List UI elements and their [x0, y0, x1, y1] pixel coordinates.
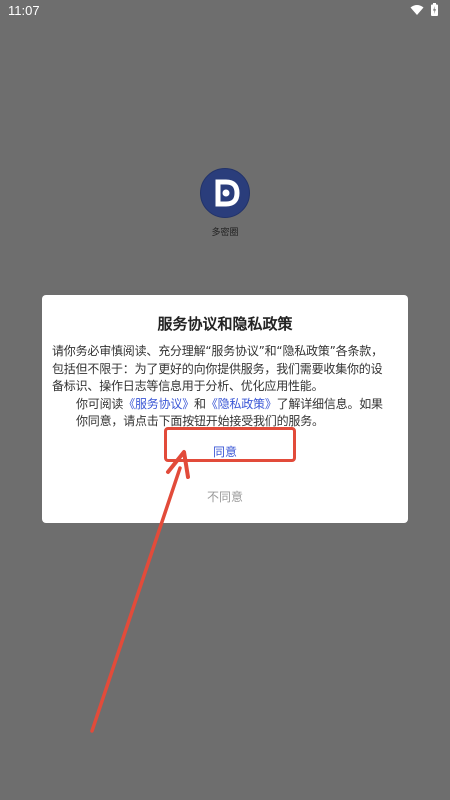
- status-bar: 11:07: [0, 0, 450, 22]
- para2-and: 和: [194, 396, 206, 411]
- disagree-button[interactable]: 不同意: [0, 488, 450, 505]
- status-time: 11:07: [8, 3, 40, 18]
- app-logo-icon: [200, 168, 250, 218]
- app-logo-block: 多密圈: [200, 168, 250, 238]
- battery-icon: [431, 3, 438, 16]
- dialog-paragraph-1: 请你务必审慎阅读、充分理解“服务协议”和“隐私政策”各条款，包括但不限于：为了更…: [52, 344, 383, 393]
- agree-highlight-box: [164, 427, 296, 462]
- wifi-icon: [410, 5, 424, 15]
- para2-prefix: 你可阅读: [76, 396, 124, 411]
- service-agreement-link[interactable]: 《服务协议》: [123, 397, 194, 411]
- privacy-policy-link[interactable]: 《隐私政策》: [206, 397, 277, 411]
- app-name: 多密圈: [211, 228, 239, 238]
- dialog-paragraph-2: 你可阅读《服务协议》和《隐私政策》了解详细信息。如果你同意，请点击下面按钮开始接…: [52, 396, 394, 431]
- dialog-body: 请你务必审慎阅读、充分理解“服务协议”和“隐私政策”各条款，包括但不限于：为了更…: [52, 343, 394, 431]
- dialog-title: 服务协议和隐私政策: [157, 315, 293, 333]
